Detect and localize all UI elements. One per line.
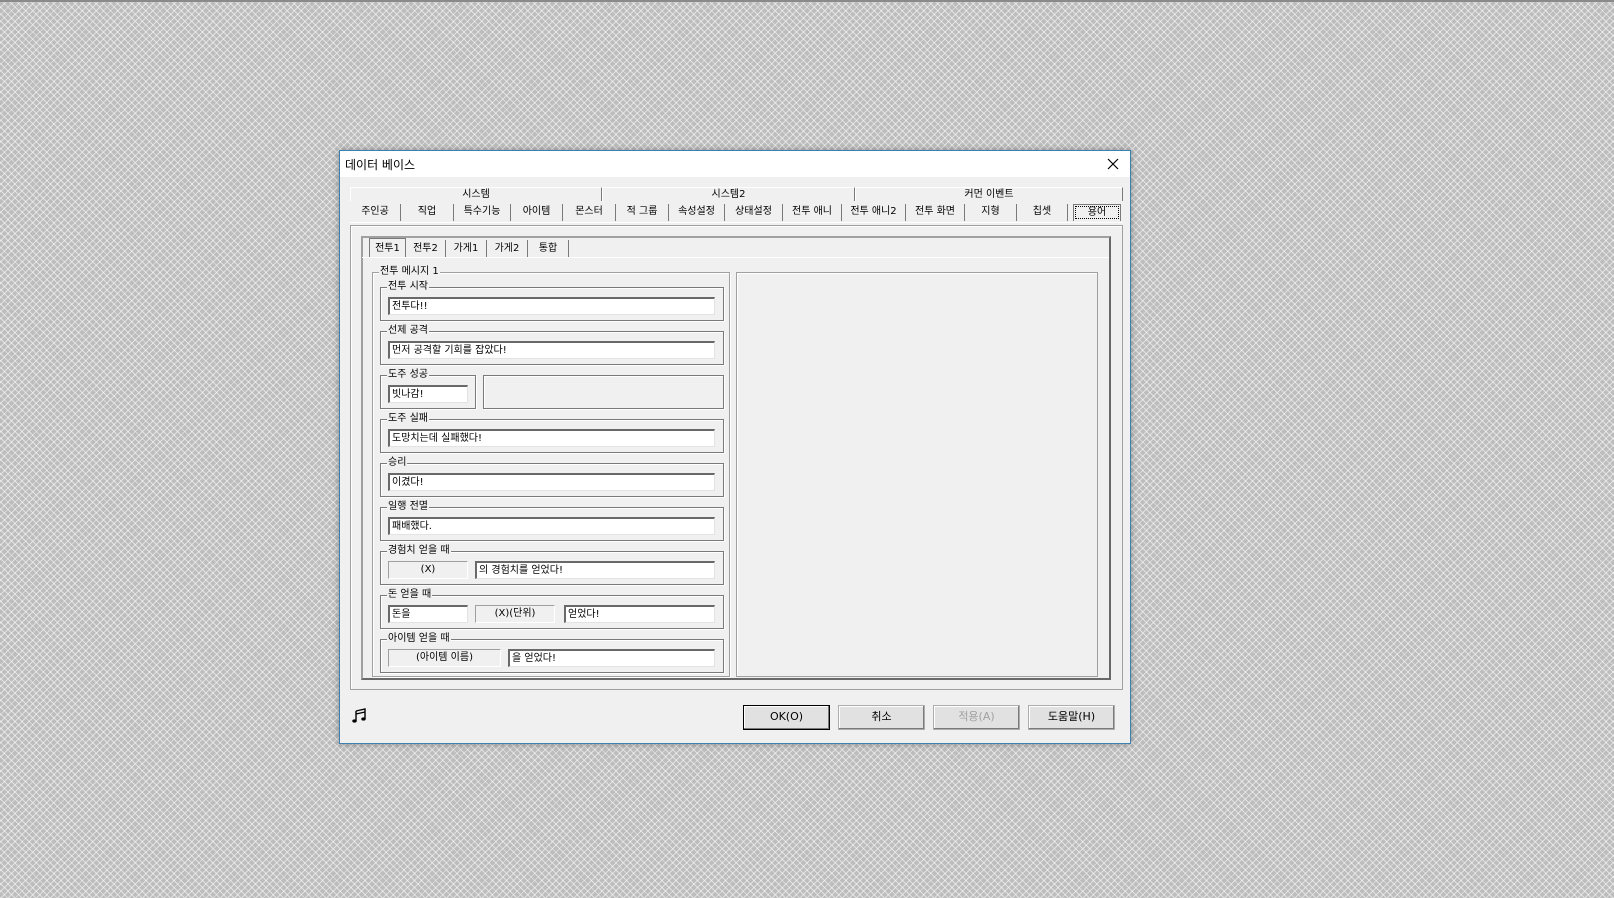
title-bar[interactable]: 데이터 베이스 <box>340 151 1130 177</box>
tab-battle-screen[interactable]: 전투 화면 <box>906 204 965 221</box>
desktop-top-edge <box>0 0 1614 2</box>
tab-conditions[interactable]: 상태설정 <box>725 204 783 221</box>
escape-fail-input[interactable]: 도망치는데 실패했다! <box>388 429 715 447</box>
tab-row: 주인공 직업 특수기능 아이템 몬스터 적 그룹 속성설정 상태설정 전투 애니… <box>350 204 1123 223</box>
cancel-button[interactable]: 취소 <box>838 705 925 730</box>
close-icon <box>1107 158 1119 170</box>
subtab-general[interactable]: 통합 <box>528 240 569 257</box>
exp-placeholder: (X) <box>388 561 468 579</box>
tab-battle-anim2[interactable]: 전투 애니2 <box>842 204 906 221</box>
preemptive-label: 선제 공격 <box>387 325 429 337</box>
group-tab-common-event[interactable]: 커먼 이벤트 <box>855 187 1123 201</box>
gold-gain-input[interactable]: 얻었다! <box>564 605 715 623</box>
escape-success-input[interactable]: 빗나감! <box>388 385 468 403</box>
tab-monster[interactable]: 몬스터 <box>563 204 616 221</box>
subtab-divider <box>362 257 1109 258</box>
tab-attributes[interactable]: 속성설정 <box>669 204 725 221</box>
gold-placeholder: (X)(단위) <box>475 605 555 623</box>
battle-start-input[interactable]: 전투다!! <box>388 297 715 315</box>
group-tab-system[interactable]: 시스템 <box>350 187 602 201</box>
item-placeholder: (아이템 이름) <box>388 649 501 667</box>
exp-gain-fieldset: 경험치 얻을 때 (X) 의 경험치를 얻었다! <box>380 545 724 585</box>
escape-fail-label: 도주 실패 <box>387 413 429 425</box>
item-gain-label: 아이템 얻을 때 <box>387 633 451 645</box>
victory-label: 승리 <box>387 457 408 469</box>
apply-button[interactable]: 적용(A) <box>933 705 1020 730</box>
item-gain-input[interactable]: 을 얻었다! <box>508 649 715 667</box>
tab-monster-party[interactable]: 적 그룹 <box>616 204 669 221</box>
gold-prefix-input[interactable]: 돈을 <box>388 605 468 623</box>
tab-class[interactable]: 직업 <box>401 204 454 221</box>
victory-input[interactable]: 이겼다! <box>388 473 715 491</box>
subtab-battle2[interactable]: 전투2 <box>406 240 446 257</box>
subtab-shop2[interactable]: 가게2 <box>487 240 528 257</box>
victory-fieldset: 승리 이겼다! <box>380 457 724 497</box>
subtab-battle1[interactable]: 전투1 <box>369 238 406 258</box>
window-title: 데이터 베이스 <box>345 158 416 172</box>
tab-chipset[interactable]: 칩셋 <box>1017 204 1068 221</box>
defeat-fieldset: 일행 전멸 패배했다. <box>380 501 724 541</box>
help-button[interactable]: 도움말(H) <box>1028 705 1115 730</box>
tab-vocabulary[interactable]: 용어 <box>1073 204 1121 221</box>
defeat-input[interactable]: 패배했다. <box>388 517 715 535</box>
close-button[interactable] <box>1096 151 1130 177</box>
item-gain-fieldset: 아이템 얻을 때 (아이템 이름) 을 얻었다! <box>380 633 724 673</box>
battle-start-fieldset: 전투 시작 전투다!! <box>380 281 724 321</box>
battle-start-label: 전투 시작 <box>387 281 429 293</box>
database-dialog: 데이터 베이스 시스템 시스템2 커먼 이벤트 주인공 직업 특수기능 아이템 … <box>339 150 1131 744</box>
gold-gain-label: 돈 얻을 때 <box>387 589 433 601</box>
defeat-label: 일행 전멸 <box>387 501 429 513</box>
tab-hero[interactable]: 주인공 <box>350 204 401 221</box>
escape-success-blank-area <box>483 375 724 409</box>
group-tab-row: 시스템 시스템2 커먼 이벤트 <box>350 187 1123 202</box>
exp-gain-input[interactable]: 의 경험치를 얻었다! <box>475 561 715 579</box>
gold-gain-fieldset: 돈 얻을 때 돈을 (X)(단위) 얻었다! <box>380 589 724 629</box>
tab-item[interactable]: 아이템 <box>511 204 563 221</box>
exp-gain-label: 경험치 얻을 때 <box>387 545 451 557</box>
tab-battle-anim[interactable]: 전투 애니 <box>783 204 842 221</box>
escape-success-fieldset: 도주 성공 빗나감! <box>380 369 476 409</box>
escape-success-label: 도주 성공 <box>387 369 429 381</box>
music-note-icon[interactable] <box>351 708 367 727</box>
escape-fail-fieldset: 도주 실패 도망치는데 실패했다! <box>380 413 724 453</box>
subtab-shop1[interactable]: 가게1 <box>446 240 487 257</box>
preview-area <box>736 272 1098 677</box>
battle-messages-title: 전투 메시지 1 <box>379 266 440 278</box>
preemptive-input[interactable]: 먼저 공격할 기회를 잡았다! <box>388 341 715 359</box>
tab-skill[interactable]: 특수기능 <box>454 204 511 221</box>
ok-button[interactable]: OK(O) <box>743 705 830 730</box>
tab-terrain[interactable]: 지형 <box>965 204 1017 221</box>
preemptive-fieldset: 선제 공격 먼저 공격할 기회를 잡았다! <box>380 325 724 365</box>
group-tab-system2[interactable]: 시스템2 <box>602 187 855 201</box>
